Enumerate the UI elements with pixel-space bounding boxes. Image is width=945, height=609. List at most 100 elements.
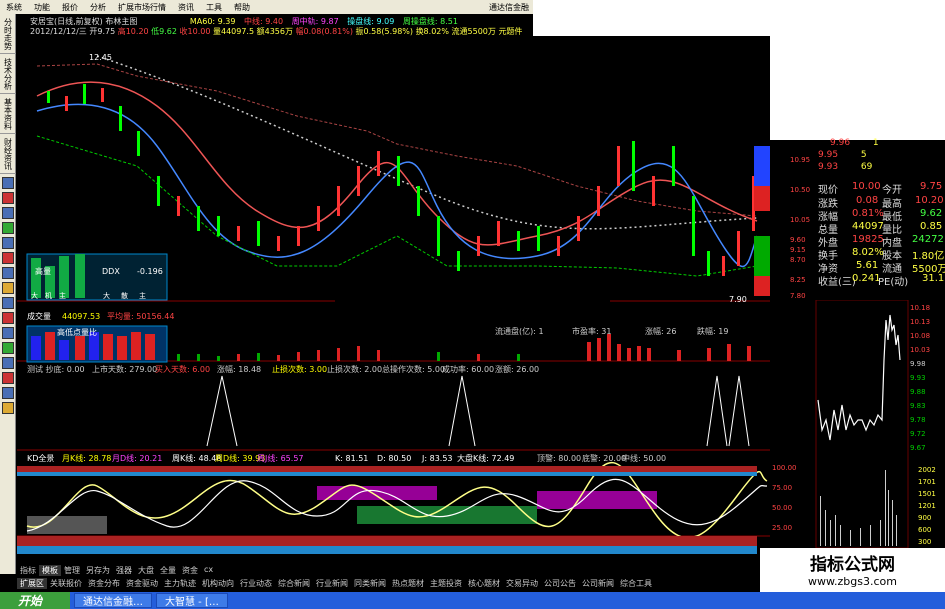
toolbar-icon[interactable]	[2, 357, 14, 369]
date-value: 2012/12/12/三	[30, 27, 87, 36]
menu-analysis[interactable]: 分析	[84, 2, 112, 13]
kd-axis-label: 50.00	[772, 504, 792, 512]
axis-label: 10.95	[790, 156, 811, 164]
tab-ind-news[interactable]: 行业新闻	[313, 578, 351, 589]
menu-news[interactable]: 资讯	[172, 2, 200, 13]
tab-market[interactable]: 大盘	[135, 565, 157, 576]
toolbar-icon[interactable]	[2, 237, 14, 249]
tab-manage[interactable]: 管理	[61, 565, 83, 576]
tab-news[interactable]: 综合新闻	[275, 578, 313, 589]
tab-cx[interactable]: cx	[201, 565, 216, 576]
quote-value: 10.20	[915, 195, 944, 206]
tab-full[interactable]: 全量	[157, 565, 179, 576]
pe-label: 市盈率: 31	[572, 326, 611, 336]
test-header-7: 成功率: 60.00	[442, 364, 494, 374]
menu-bar: 系统 功能 报价 分析 扩展市场行情 资讯 工具 帮助 通达信金融	[0, 0, 535, 14]
axis-label: 8.70	[790, 256, 806, 264]
tab-core[interactable]: 核心题材	[465, 578, 503, 589]
toolbar-icon[interactable]	[2, 177, 14, 189]
minute-axis-label: 9.72	[910, 430, 926, 438]
menu-ext-market[interactable]: 扩展市场行情	[112, 2, 172, 13]
tab-abnormal[interactable]: 交易异动	[503, 578, 541, 589]
volume-value: 量44097.5	[212, 27, 255, 36]
task-dzh[interactable]: 大智慧 - […	[156, 593, 228, 608]
amount-value: 额4356万	[256, 27, 293, 36]
toolbar-icon[interactable]	[2, 327, 14, 339]
toolbar-icon[interactable]	[2, 372, 14, 384]
circ-label: 流通盘(亿): 1	[495, 326, 544, 336]
toolbar-icon[interactable]	[2, 342, 14, 354]
row-label: 主	[139, 291, 146, 300]
minute-vol-axis: 2002	[918, 466, 936, 474]
tab-fundamentals[interactable]: 基本资料	[0, 94, 16, 134]
tab-ext-area[interactable]: 扩展区	[17, 578, 47, 589]
toolbar-icon[interactable]	[2, 387, 14, 399]
minute-chart: 100.00 75.00 50.00 25.00 10.18 10.13 10.…	[770, 300, 945, 548]
tab-capital[interactable]: 资金	[179, 565, 201, 576]
menu-system[interactable]: 系统	[0, 2, 28, 13]
toolbar-icon[interactable]	[2, 252, 14, 264]
toolbar-icon[interactable]	[2, 297, 14, 309]
toolbar-icon[interactable]	[2, 282, 14, 294]
toolbar-icon[interactable]	[2, 312, 14, 324]
minute-axis-label: 9.93	[910, 374, 926, 382]
tab-announce[interactable]: 公司公告	[541, 578, 579, 589]
toolbar-icon[interactable]	[2, 207, 14, 219]
ma60-value: MA60: 9.39	[189, 17, 236, 26]
zhongxian-value: 中线: 9.40	[244, 17, 284, 26]
test-header-6: 总操作次数: 5.00	[382, 364, 445, 374]
tab-template[interactable]: 模板	[39, 565, 61, 576]
tab-same-news[interactable]: 同类新闻	[351, 578, 389, 589]
tab-technical[interactable]: 技术分析	[0, 54, 16, 94]
tab-capital-dist[interactable]: 资金分布	[85, 578, 123, 589]
week-oper-value: 周操盘线: 8.51	[402, 17, 458, 26]
kd-fill-green	[357, 506, 537, 524]
tab-hot[interactable]: 热点题材	[389, 578, 427, 589]
price-axis: 10.95 10.50 10.05 9.60 9.15 8.70 8.25 7.…	[790, 150, 820, 300]
menu-function[interactable]: 功能	[28, 2, 56, 13]
down-label: 跌幅: 19	[697, 326, 728, 336]
row-label: 机	[45, 291, 52, 300]
order-row: 9.93 69	[818, 162, 873, 172]
tab-capital-drive[interactable]: 资金驱动	[123, 578, 161, 589]
tab-main-track[interactable]: 主力轨迹	[161, 578, 199, 589]
tab-indicator[interactable]: 指标	[17, 565, 39, 576]
turnover-value: 换8.02%	[415, 27, 449, 36]
axis-label: 10.50	[790, 186, 811, 194]
watermark-url: www.zbgs3.com	[808, 575, 897, 588]
test-spikes	[206, 375, 750, 447]
start-button[interactable]: 开始	[0, 592, 70, 609]
toolbar-icon[interactable]	[2, 402, 14, 414]
axis-label: 9.60	[790, 236, 806, 244]
tab-finance-news[interactable]: 财经资讯	[0, 134, 16, 174]
kd-month-k: 月K线: 28.78	[62, 453, 111, 463]
week-mid-value: 周中轨: 9.87	[291, 17, 339, 26]
tab-tools[interactable]: 综合工具	[617, 578, 655, 589]
tab-save-as[interactable]: 另存为	[83, 565, 113, 576]
test-header-1: 上市天数: 279.00	[92, 364, 157, 374]
quote-label: PE(动)	[878, 277, 909, 288]
toolbar-icon[interactable]	[2, 267, 14, 279]
menu-help[interactable]: 帮助	[228, 2, 256, 13]
close-value: 收10.00	[179, 27, 211, 36]
quote-value: 19825	[852, 234, 884, 245]
tab-related-quote[interactable]: 关联报价	[47, 578, 85, 589]
kd-title: KD全景	[27, 453, 54, 463]
tab-strong[interactable]: 强器	[113, 565, 135, 576]
axis-label: 8.25	[790, 276, 806, 284]
tab-industry[interactable]: 行业动态	[237, 578, 275, 589]
ddx-value: -0.196	[137, 267, 163, 276]
tab-company-news[interactable]: 公司新闻	[579, 578, 617, 589]
task-tdx[interactable]: 通达信金融…	[74, 593, 152, 608]
mark-high: 12.45	[89, 53, 112, 62]
kd-j: J: 83.53	[421, 454, 453, 463]
toolbar-icon[interactable]	[2, 192, 14, 204]
tab-theme[interactable]: 主题投资	[427, 578, 465, 589]
test-header-2: 买入天数: 6.00	[155, 364, 210, 374]
menu-quote[interactable]: 报价	[56, 2, 84, 13]
indicator-label: 高量	[35, 266, 51, 276]
toolbar-icon[interactable]	[2, 222, 14, 234]
menu-tools[interactable]: 工具	[200, 2, 228, 13]
tab-minute-chart[interactable]: 分时走势	[0, 14, 16, 54]
tab-inst-trend[interactable]: 机构动向	[199, 578, 237, 589]
